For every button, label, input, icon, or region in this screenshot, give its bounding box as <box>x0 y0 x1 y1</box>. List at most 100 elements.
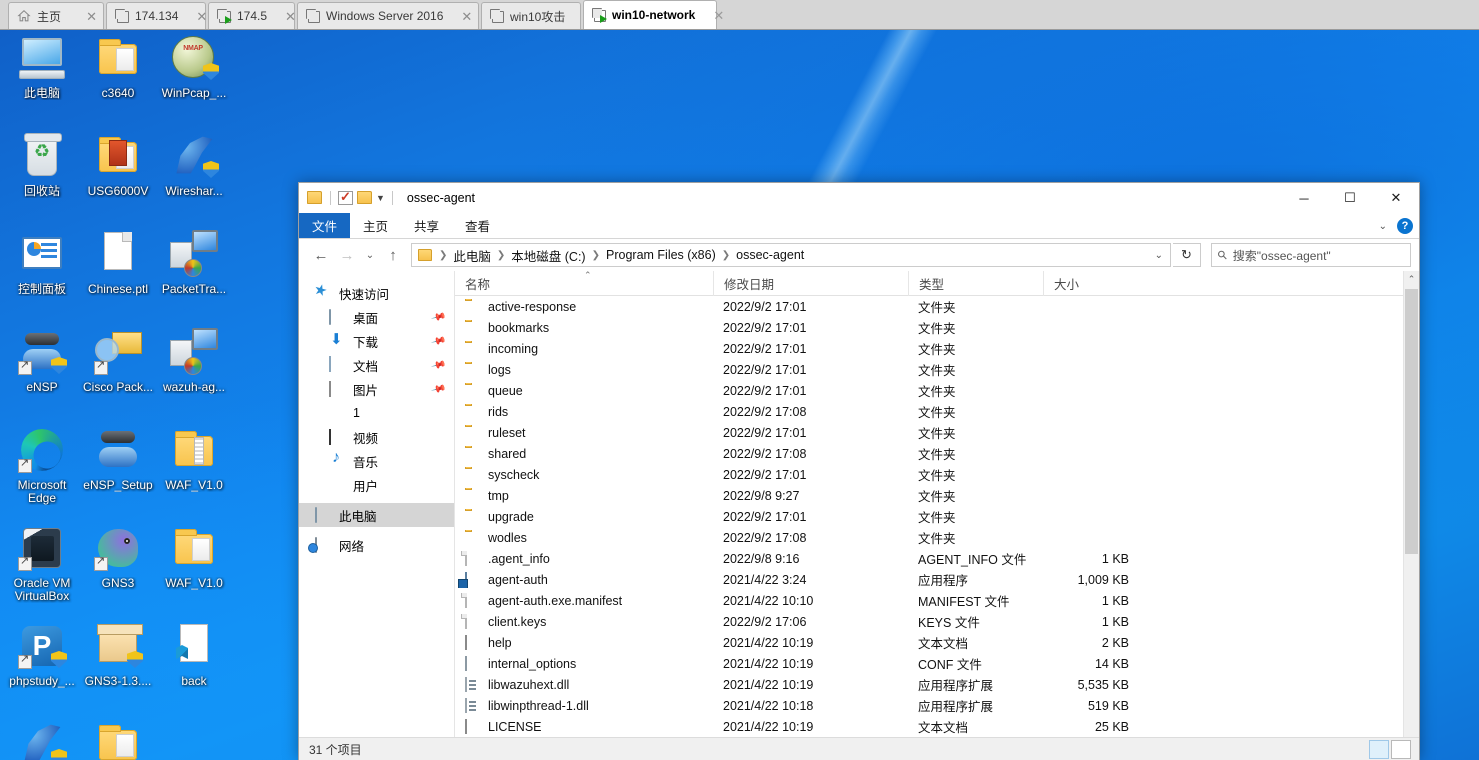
desktop-icon-c3640[interactable]: c3640 <box>80 34 156 100</box>
chevron-down-icon[interactable]: ⌄ <box>1155 250 1163 261</box>
table-row[interactable]: internal_options2021/4/22 10:19CONF 文件14… <box>455 653 1419 674</box>
table-row[interactable]: libwinpthread-1.dll2021/4/22 10:18应用程序扩展… <box>455 695 1419 716</box>
ribbon-tab-bar[interactable]: 文件 主页 共享 查看 ⌄ ? <box>299 213 1419 239</box>
vm-tab-0[interactable]: 主页✕ <box>8 2 104 29</box>
details-view-button[interactable] <box>1369 740 1389 759</box>
table-row[interactable]: incoming2022/9/2 17:01文件夹 <box>455 338 1419 359</box>
breadcrumb[interactable]: ❯ 此电脑 ❯ 本地磁盘 (C:) ❯ Program Files (x86) … <box>411 243 1171 267</box>
desktop-icon-winpcap-[interactable]: WinPcap_... <box>156 34 232 100</box>
minimize-button[interactable]: ─ <box>1281 183 1327 213</box>
table-row[interactable]: tmp2022/9/8 9:27文件夹 <box>455 485 1419 506</box>
table-row[interactable]: logs2022/9/2 17:01文件夹 <box>455 359 1419 380</box>
table-row[interactable]: bookmarks2022/9/2 17:01文件夹 <box>455 317 1419 338</box>
pin-icon[interactable]: 📌 <box>430 381 446 397</box>
help-icon[interactable]: ? <box>1397 218 1413 234</box>
column-headers[interactable]: ⌃ 名称 修改日期 类型 大小 <box>455 271 1419 296</box>
sidebar-item-10[interactable]: 网络 <box>299 533 454 557</box>
desktop-icon-phpstudy-[interactable]: phpstudy_... <box>4 622 80 688</box>
recent-locations-button[interactable]: ⌄ <box>361 243 379 267</box>
up-button[interactable]: ↑ <box>381 243 405 267</box>
table-row[interactable]: ruleset2022/9/2 17:01文件夹 <box>455 422 1419 443</box>
table-row[interactable]: agent-auth.exe.manifest2021/4/22 10:10MA… <box>455 590 1419 611</box>
column-header-type[interactable]: 类型 <box>908 271 1043 296</box>
navigation-pane[interactable]: 快速访问桌面📌下载📌文档📌图片📌1视频音乐用户此电脑网络 <box>299 271 455 760</box>
window-controls[interactable]: ─ ☐ ✕ <box>1281 183 1419 213</box>
table-row[interactable]: shared2022/9/2 17:08文件夹 <box>455 443 1419 464</box>
breadcrumb-item-ossec-agent[interactable]: ossec-agent <box>734 248 806 262</box>
ribbon-right-controls[interactable]: ⌄ ? <box>1379 213 1413 239</box>
desktop-icon-gns3[interactable]: GNS3 <box>80 524 156 590</box>
maximize-button[interactable]: ☐ <box>1327 183 1373 213</box>
sidebar-item-2[interactable]: 下载📌 <box>299 329 454 353</box>
vm-tab-5[interactable]: win10-network✕ <box>583 0 717 29</box>
desktop-icon-n22[interactable] <box>80 720 156 760</box>
vm-tab-3[interactable]: Windows Server 2016✕ <box>297 2 479 29</box>
tab-file[interactable]: 文件 <box>299 213 350 238</box>
desktop-icon-packettra-[interactable]: PacketTra... <box>156 230 232 296</box>
table-row[interactable]: rids2022/9/2 17:08文件夹 <box>455 401 1419 422</box>
search-input[interactable]: ⚲ 搜索"ossec-agent" <box>1211 243 1411 267</box>
sidebar-item-3[interactable]: 文档📌 <box>299 353 454 377</box>
table-row[interactable]: client.keys2022/9/2 17:06KEYS 文件1 KB <box>455 611 1419 632</box>
sidebar-item-0[interactable]: 快速访问 <box>299 281 454 305</box>
file-explorer-window[interactable]: ▼ ossec-agent ─ ☐ ✕ 文件 主页 共享 查看 ⌄ ? ← → … <box>298 182 1420 760</box>
desktop-icon-usg6000v[interactable]: USG6000V <box>80 132 156 198</box>
table-row[interactable]: syscheck2022/9/2 17:01文件夹 <box>455 464 1419 485</box>
back-button[interactable]: ← <box>309 243 333 267</box>
close-icon[interactable]: ✕ <box>709 9 724 22</box>
desktop-icon-wazuh-ag-[interactable]: wazuh-ag... <box>156 328 232 394</box>
column-header-size[interactable]: 大小 <box>1043 271 1143 296</box>
column-header-date[interactable]: 修改日期 <box>713 271 908 296</box>
close-button[interactable]: ✕ <box>1373 183 1419 213</box>
customize-caret-icon[interactable]: ▼ <box>376 190 385 206</box>
table-row[interactable]: wodles2022/9/2 17:08文件夹 <box>455 527 1419 548</box>
vm-tab-1[interactable]: 174.134✕ <box>106 2 206 29</box>
chevron-down-icon[interactable]: ⌄ <box>1379 221 1387 232</box>
table-row[interactable]: active-response2022/9/2 17:01文件夹 <box>455 296 1419 317</box>
close-icon[interactable]: ✕ <box>192 10 207 23</box>
desktop-icon-oracle-vm-virtualbox[interactable]: Oracle VM VirtualBox <box>4 524 80 603</box>
forward-button[interactable]: → <box>335 243 359 267</box>
address-bar[interactable]: ← → ⌄ ↑ ❯ 此电脑 ❯ 本地磁盘 (C:) ❯ Program File… <box>299 239 1419 271</box>
table-row[interactable]: agent-auth2021/4/22 3:24应用程序1,009 KB <box>455 569 1419 590</box>
scroll-up-arrow[interactable]: ⌃ <box>1404 271 1419 288</box>
desktop-icon-gns3-1-3-[interactable]: GNS3-1.3.... <box>80 622 156 688</box>
file-list-pane[interactable]: ⌃ 名称 修改日期 类型 大小 active-response2022/9/2 … <box>455 271 1419 760</box>
desktop-icon-n21[interactable] <box>4 720 80 760</box>
scrollbar-thumb[interactable] <box>1405 289 1418 554</box>
pin-icon[interactable]: 📌 <box>430 357 446 373</box>
sidebar-item-9[interactable]: 此电脑 <box>299 503 454 527</box>
desktop-icon-microsoft-edge[interactable]: Microsoft Edge <box>4 426 80 505</box>
sidebar-item-8[interactable]: 用户 <box>299 473 454 497</box>
quick-access-toolbar[interactable]: ▼ <box>299 190 397 206</box>
close-icon[interactable]: ✕ <box>281 10 296 23</box>
table-row[interactable]: .agent_info2022/9/8 9:16AGENT_INFO 文件1 K… <box>455 548 1419 569</box>
desktop-icon--[interactable]: 此电脑 <box>4 34 80 100</box>
sidebar-item-4[interactable]: 图片📌 <box>299 377 454 401</box>
desktop-icon-ensp-setup[interactable]: eNSP_Setup <box>80 426 156 492</box>
vertical-scrollbar[interactable]: ⌃ ⌄ <box>1403 271 1419 760</box>
folder-icon[interactable] <box>307 190 323 206</box>
desktop-icon-ensp[interactable]: eNSP <box>4 328 80 394</box>
table-row[interactable]: LICENSE2021/4/22 10:19文本文档25 KB <box>455 716 1419 737</box>
pin-icon[interactable]: 📌 <box>430 309 446 325</box>
table-row[interactable]: libwazuhext.dll2021/4/22 10:19应用程序扩展5,53… <box>455 674 1419 695</box>
desktop-icon--[interactable]: 控制面板 <box>4 230 80 296</box>
tab-home[interactable]: 主页 <box>350 213 401 238</box>
sidebar-item-5[interactable]: 1 <box>299 401 454 425</box>
table-row[interactable]: upgrade2022/9/2 17:01文件夹 <box>455 506 1419 527</box>
close-icon[interactable]: ✕ <box>457 10 472 23</box>
desktop-icon-chinese-ptl[interactable]: Chinese.ptl <box>80 230 156 296</box>
table-row[interactable]: queue2022/9/2 17:01文件夹 <box>455 380 1419 401</box>
column-header-name[interactable]: ⌃ 名称 <box>455 271 713 296</box>
table-row[interactable]: help2021/4/22 10:19文本文档2 KB <box>455 632 1419 653</box>
desktop-icon-waf-v1-0[interactable]: WAF_V1.0 <box>156 524 232 590</box>
breadcrumb-item-this-pc[interactable]: 此电脑 <box>451 246 493 265</box>
sidebar-item-6[interactable]: 视频 <box>299 425 454 449</box>
large-icons-view-button[interactable] <box>1391 740 1411 759</box>
new-folder-icon[interactable] <box>357 190 373 206</box>
breadcrumb-item-drive[interactable]: 本地磁盘 (C:) <box>509 246 587 265</box>
breadcrumb-item-program-files[interactable]: Program Files (x86) <box>604 248 718 262</box>
pin-icon[interactable]: 📌 <box>430 333 446 349</box>
properties-icon[interactable] <box>338 190 354 206</box>
